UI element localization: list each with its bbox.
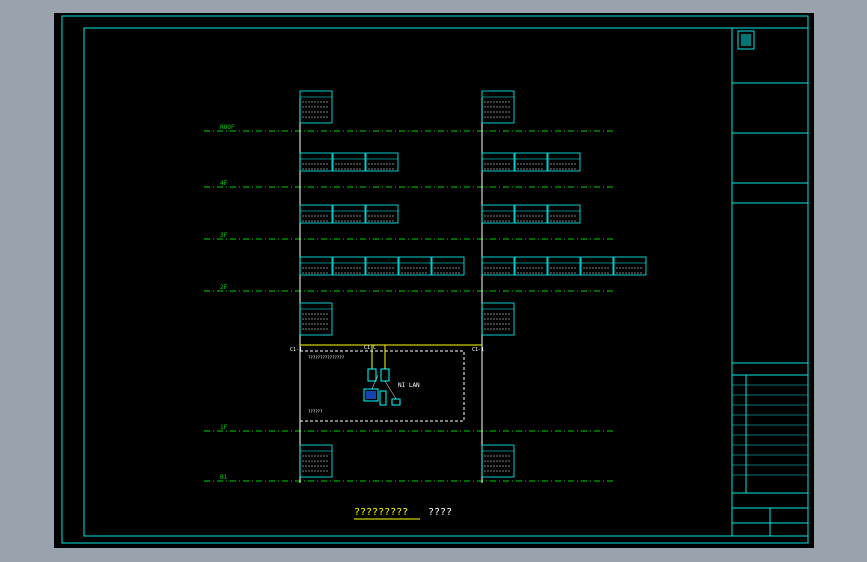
equipment-box [481,302,515,336]
legend-title: ????????? [354,507,408,518]
floor-label: B1 [220,474,228,481]
riser-diagram: ROOF4F3F2F1FB1 NI LAN ??????????????? ??… [61,15,809,544]
svg-text:C1-1: C1-1 [290,347,302,353]
title-block [731,28,808,536]
floor-label: ROOF [220,124,235,131]
equipment-box [481,90,515,124]
server-room: NI LAN ??????????????? ?????? C1-1 C1-1 … [290,344,484,422]
equipment-box [580,256,614,276]
equipment-box [481,256,515,276]
equipment-box [547,152,581,172]
floor-levels: ROOF 4F 3F 2F 1F B1 [204,124,614,482]
equipment-boxes [299,90,647,478]
equipment-box [481,152,515,172]
legend: ????????? ???? [354,507,452,520]
equipment-box [365,256,399,276]
floor-label: 2F [220,284,228,291]
svg-text:C1 C: C1 C [364,345,376,351]
equipment-box [481,204,515,224]
floor-label: 1F [220,424,228,431]
tower-icon [379,390,387,406]
equipment-box [613,256,647,276]
equipment-box [299,444,333,478]
floor-label: 3F [220,232,228,239]
legend-subtitle: ???? [428,507,452,518]
equipment-box [398,256,432,276]
equipment-box [299,256,333,276]
equipment-box [365,152,399,172]
svg-text:??????: ?????? [308,409,323,414]
floor-label: 4F [220,180,228,187]
svg-text:C1-1: C1-1 [472,347,484,353]
equipment-box [514,152,548,172]
switch-icon [380,368,390,382]
equipment-box [547,204,581,224]
equipment-box [299,90,333,124]
svg-text:???????????????: ??????????????? [308,355,345,360]
equipment-box [299,302,333,336]
equipment-box [365,204,399,224]
equipment-box [481,444,515,478]
inner-frame [83,27,809,537]
equipment-box [514,204,548,224]
equipment-box [332,256,366,276]
equipment-box [547,256,581,276]
equipment-box [332,152,366,172]
equipment-box [332,204,366,224]
equipment-box [431,256,465,276]
lan-label: NI LAN [398,382,420,389]
equipment-box [299,204,333,224]
equipment-box [514,256,548,276]
equipment-box [299,152,333,172]
printer-icon [391,398,401,406]
switch-icon [367,368,377,382]
drawing-sheet: ROOF 4F 3F 2F 1F B1 NI LAN ??????????????? ??… [54,13,814,548]
outer-frame [61,15,809,544]
